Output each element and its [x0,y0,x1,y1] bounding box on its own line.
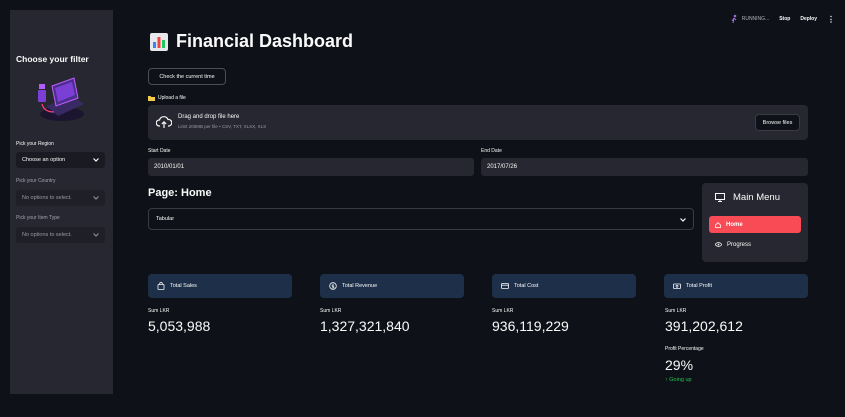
cloud-upload-icon [156,116,172,128]
main-menu-header: Main Menu [715,192,780,203]
deploy-button[interactable]: Deploy [800,16,817,22]
coin-icon [329,282,337,290]
main-menu-title: Main Menu [733,192,780,203]
page-title-text: Financial Dashboard [176,31,354,51]
upload-label-text: Upload a file [158,95,186,101]
running-man-icon [731,14,737,24]
monitor-icon [715,193,725,202]
country-label: Pick your Country [16,178,56,184]
country-select-value: No options to select. [22,195,72,201]
start-date-input[interactable]: 2010/01/01 [148,158,474,176]
region-select-value: Choose an option [22,157,66,163]
total-profit-card: Total Profit [664,274,808,298]
start-date-label: Start Date [148,148,171,154]
laptop-illustration-icon [38,77,84,121]
metric-label-sales: Sum LKR [148,308,170,314]
bar-chart-icon [150,32,168,51]
metric-value-sales: 5,053,988 [148,318,211,334]
page-heading: Financial Dashboard [150,31,353,52]
profit-percentage-label: Profit Percentage [665,346,704,352]
running-status-text: RUNNING... [741,16,770,22]
more-menu-icon[interactable]: ⋮ [827,15,835,24]
end-date-label: End Date [481,148,502,154]
total-sales-title: Total Sales [170,283,197,289]
item-type-label: Pick your Item Type [16,215,60,221]
menu-item-home[interactable]: Home [709,216,801,233]
profit-percentage-value: 29% [665,357,694,373]
menu-item-progress[interactable]: Progress [709,236,801,253]
arrow-up-icon: ↑ [665,377,668,383]
chevron-down-icon [680,218,686,222]
running-status: RUNNING... [729,14,770,24]
total-cost-title: Total Cost [514,283,539,289]
item-type-select-value: No options to select. [22,232,72,238]
profit-percentage-delta: ↑ Going up [665,377,692,383]
page-subtitle: Page: Home [148,187,212,199]
check-time-button[interactable]: Check the current time [148,68,226,85]
view-select[interactable]: Tabular [148,208,694,230]
region-label: Pick your Region [16,141,54,147]
sidebar-title: Choose your filter [16,54,89,64]
metric-value-cost: 936,119,229 [492,318,569,334]
total-profit-title: Total Profit [686,283,712,289]
total-sales-card: Total Sales [148,274,292,298]
eye-icon [715,242,722,247]
metric-label-cost: Sum LKR [492,308,514,314]
profit-delta-text: Going up [669,377,692,383]
region-select[interactable]: Choose an option [16,152,105,168]
metric-label-revenue: Sum LKR [320,308,342,314]
chevron-down-icon [93,196,99,200]
file-dropzone[interactable]: Drag and drop file here Limit 200MB per … [148,105,808,140]
credit-card-icon [501,283,509,289]
chevron-down-icon [93,233,99,237]
view-select-value: Tabular [156,216,175,222]
chevron-down-icon [93,158,99,162]
stop-button[interactable]: Stop [779,16,790,22]
dropzone-limit: Limit 200MB per file • CSV, TXT, XLSX, X… [178,124,267,129]
folder-icon [148,96,155,101]
browse-files-button[interactable]: Browse files [755,114,800,131]
metric-value-profit: 391,202,612 [665,318,743,334]
country-select[interactable]: No options to select. [16,190,105,206]
total-revenue-title: Total Revenue [342,283,378,289]
total-revenue-card: Total Revenue [320,274,464,298]
cash-icon [673,283,681,289]
end-date-input[interactable]: 2017/07/26 [481,158,808,176]
dropzone-text: Drag and drop file here [178,114,240,120]
item-type-select[interactable]: No options to select. [16,227,105,243]
shopping-bag-icon [157,282,165,290]
metric-value-revenue: 1,327,321,840 [320,318,410,334]
top-toolbar: RUNNING... Stop Deploy ⋮ [729,14,835,24]
sidebar: Choose your filter Pick your Region Choo… [10,10,113,394]
upload-label: Upload a file [148,95,186,101]
total-cost-card: Total Cost [492,274,636,298]
menu-item-progress-label: Progress [727,241,752,248]
metric-label-profit: Sum LKR [665,308,687,314]
menu-item-home-label: Home [726,221,743,228]
home-icon [715,221,721,228]
